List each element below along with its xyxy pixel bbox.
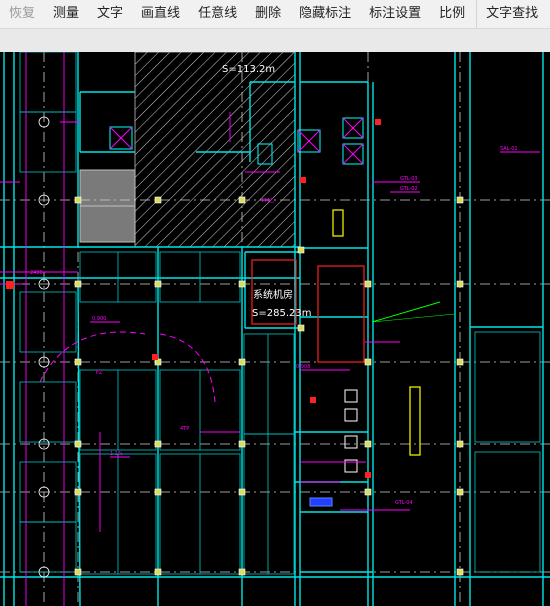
text-button[interactable]: 文字 [88,0,132,28]
freeform-line-button[interactable]: 任意线 [189,0,246,28]
yellow-fixture-1 [332,209,344,237]
blue-equipment [309,497,333,507]
scale-button[interactable]: 比例 [430,0,474,28]
yellow-fixture-2 [409,386,421,456]
hide-annotations-button[interactable]: 隐藏标注 [290,0,360,28]
toolbar: 恢复 测量 文字 画直线 任意线 删除 隐藏标注 标注设置 比例 文字查找 [0,0,550,28]
measure-button[interactable]: 测量 [44,0,88,28]
area-label-main: S=285.23m [252,308,311,319]
svg-text:FZ: FZ [96,370,103,376]
svg-text:0.908: 0.908 [296,364,310,370]
find-text-button[interactable]: 文字查找 [476,0,547,28]
columns [74,196,464,576]
elevator-shaft-1 [79,169,136,207]
delete-button[interactable]: 删除 [246,0,290,28]
draw-line-button[interactable]: 画直线 [132,0,189,28]
svg-text:4TP: 4TP [180,426,189,432]
floor-plan-svg: 0.900 1.1% 0.908 GTL-03 GTL-02 GTL-04 SA… [0,52,550,606]
svg-text:GTL-02: GTL-02 [400,186,418,192]
svg-text:GTL-04: GTL-04 [395,500,413,506]
hatched-core-area [134,52,296,248]
restore-button[interactable]: 恢复 [0,0,44,28]
secondary-toolbar [0,28,550,54]
area-label-top: S=113.2m [222,64,275,75]
red-room-outline-2 [317,265,365,363]
cad-drawing-canvas[interactable]: 0.900 1.1% 0.908 GTL-03 GTL-02 GTL-04 SA… [0,52,550,606]
equipment-squares [344,389,358,473]
svg-text:FM乙: FM乙 [262,197,274,204]
annotation-settings-button[interactable]: 标注设置 [360,0,430,28]
turning-arc-left [39,331,146,383]
svg-text:1.1%: 1.1% [110,451,123,457]
svg-text:GTL-03: GTL-03 [400,176,418,182]
svg-text:0.900: 0.900 [92,316,106,322]
svg-text:2400: 2400 [30,270,43,276]
svg-text:SAL-01: SAL-01 [500,146,518,152]
elevator-shaft-2 [79,205,136,243]
turning-arc-right [159,333,216,403]
room-name-label: 系统机房 [253,288,293,301]
